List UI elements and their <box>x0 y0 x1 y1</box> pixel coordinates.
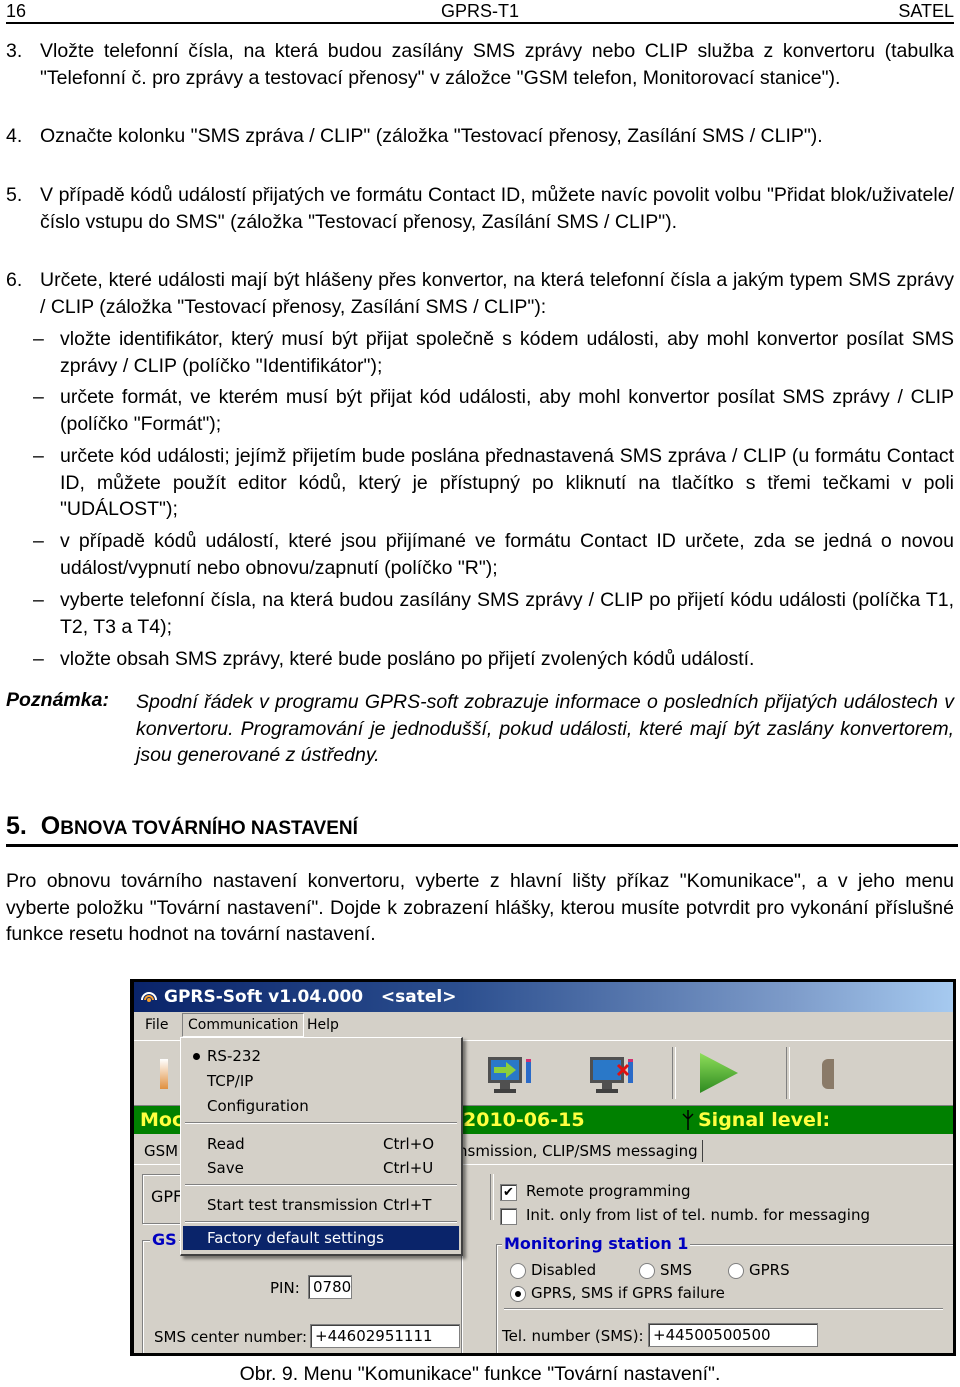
menu-file[interactable]: File <box>140 1012 173 1038</box>
section-title-rest: BNOVA TOVÁRNÍHO NASTAVENÍ <box>60 818 358 839</box>
group-separator <box>504 1308 943 1310</box>
step-number: 6. <box>6 269 23 291</box>
toolbar-separator <box>786 1047 790 1099</box>
status-date: 2010-06-15 <box>463 1109 585 1131</box>
document-title: GPRS-T1 <box>440 1 519 21</box>
dash-bullet: – <box>33 386 44 408</box>
gprs-label-partial: GPF <box>151 1187 183 1206</box>
sub-item: vložte identifikátor, který musí být při… <box>60 328 954 377</box>
radio-gprs-label: GPRS <box>749 1261 790 1279</box>
menu-item-label: TCP/IP <box>207 1072 254 1090</box>
step-number: 4. <box>6 125 23 147</box>
radio-check-icon <box>193 1053 200 1060</box>
vertical-divider <box>490 1174 494 1220</box>
menu-item-start-test-transmission[interactable]: Start test transmission Ctrl+T <box>183 1193 459 1217</box>
radio-sms-label: SMS <box>660 1261 692 1279</box>
radio-gprs-sms-fallback-label: GPRS, SMS if GPRS failure <box>531 1284 725 1302</box>
monitoring-station-title: Monitoring station 1 <box>502 1234 691 1253</box>
menu-separator <box>185 1122 457 1124</box>
menu-separator <box>185 1221 457 1223</box>
tool-icon[interactable] <box>822 1059 834 1089</box>
init-only-label: Init. only from list of tel. numb. for m… <box>526 1206 870 1224</box>
sms-center-input[interactable]: +44602951111 <box>310 1324 460 1348</box>
menu-item-rs232[interactable]: RS-232 <box>183 1044 459 1068</box>
tel-number-input[interactable]: +44500500500 <box>648 1323 818 1347</box>
antenna-signal-icon <box>141 992 157 1002</box>
tab-test-transmission[interactable]: nsmission, CLIP/SMS messaging <box>454 1140 703 1162</box>
menu-item-label: Read <box>207 1135 245 1153</box>
pin-label: PIN: <box>270 1279 300 1297</box>
init-only-checkbox[interactable] <box>500 1208 517 1225</box>
sub-item: vložte obsah SMS zprávy, které bude posl… <box>60 648 755 670</box>
communication-menu: RS-232 TCP/IP Configuration Read Ctrl+O … <box>180 1037 463 1256</box>
radio-sms[interactable] <box>639 1263 655 1279</box>
dash-bullet: – <box>33 445 44 467</box>
menu-item-save[interactable]: Save Ctrl+U <box>183 1156 459 1180</box>
device-icon[interactable] <box>152 1053 176 1093</box>
dash-bullet: – <box>33 589 44 611</box>
gsm-group-title-partial: GS <box>150 1230 179 1249</box>
app-window: GPRS-Soft v1.04.000 <satel> File Communi… <box>134 982 953 1353</box>
menu-item-tcpip[interactable]: TCP/IP <box>183 1069 459 1093</box>
sub-item: určete kód události; jejímž přijetím bud… <box>60 445 954 520</box>
section-heading: 5. OBNOVA TOVÁRNÍHO NASTAVENÍ <box>6 812 358 841</box>
radio-gprs[interactable] <box>728 1263 744 1279</box>
play-icon[interactable] <box>698 1051 740 1095</box>
radio-disabled-label: Disabled <box>531 1261 597 1279</box>
menu-item-shortcut: Ctrl+U <box>383 1159 434 1177</box>
step-text: Označte kolonku "SMS zpráva / CLIP" (zál… <box>40 125 823 147</box>
menu-item-label: RS-232 <box>207 1047 261 1065</box>
toolbar-separator <box>672 1047 676 1099</box>
step-text: V případě kódů událostí přijatých ve for… <box>40 184 954 233</box>
window-title: GPRS-Soft v1.04.000 <satel> <box>164 987 457 1007</box>
section-title-initial: O <box>40 812 61 840</box>
note-text: Spodní řádek v programu GPRS-soft zobraz… <box>136 691 954 766</box>
menu-item-shortcut: Ctrl+O <box>383 1135 435 1153</box>
menu-communication[interactable]: Communication <box>182 1013 305 1037</box>
step-text: Vložte telefonní čísla, na která budou z… <box>40 40 954 89</box>
dash-bullet: – <box>33 328 44 350</box>
sub-item: v případě kódů událostí, které jsou přij… <box>60 530 954 579</box>
radio-gprs-sms-fallback[interactable] <box>510 1286 526 1302</box>
menu-separator <box>185 1184 457 1186</box>
menu-item-label: Factory default settings <box>207 1229 384 1247</box>
step-number: 3. <box>6 40 23 62</box>
title-bar: GPRS-Soft v1.04.000 <satel> <box>134 982 953 1012</box>
menu-item-label: Save <box>207 1159 244 1177</box>
menu-item-read[interactable]: Read Ctrl+O <box>183 1132 459 1156</box>
menu-item-factory-default-settings[interactable]: Factory default settings <box>183 1226 459 1250</box>
menu-item-shortcut: Ctrl+T <box>383 1196 432 1214</box>
status-signal-level: Signal level: <box>698 1109 831 1131</box>
disconnect-icon[interactable] <box>588 1053 636 1095</box>
antenna-icon <box>682 1110 694 1130</box>
step-number: 5. <box>6 184 23 206</box>
tel-number-label: Tel. number (SMS): <box>502 1327 644 1345</box>
pin-input[interactable]: 0780 <box>308 1275 352 1299</box>
figure-screenshot: GPRS-Soft v1.04.000 <satel> File Communi… <box>130 979 956 1356</box>
menu-item-label: Configuration <box>207 1097 309 1115</box>
figure-caption: Obr. 9. Menu "Komunikace" funkce "Továrn… <box>239 1363 721 1385</box>
section-number: 5. <box>6 812 27 840</box>
radio-disabled[interactable] <box>510 1263 526 1279</box>
section-divider <box>6 844 958 847</box>
note-label: Poznámka: <box>6 689 109 711</box>
menu-help[interactable]: Help <box>302 1012 344 1038</box>
step-text: Určete, které události mají být hlášeny … <box>40 269 954 318</box>
menu-bar: File Communication Help <box>134 1012 953 1038</box>
tab-gsm-partial[interactable]: GSM <box>140 1140 182 1162</box>
menu-item-label: Start test transmission <box>207 1196 378 1214</box>
brand-name: SATEL <box>898 1 954 21</box>
status-mode-partial: Moc <box>140 1109 184 1131</box>
sub-item: určete formát, ve kterém musí být přijat… <box>60 386 954 435</box>
sub-item: vyberte telefonní čísla, na která budou … <box>60 589 954 638</box>
dash-bullet: – <box>33 648 44 670</box>
sms-center-label: SMS center number: <box>154 1328 308 1346</box>
remote-programming-label: Remote programming <box>526 1182 691 1200</box>
dash-bullet: – <box>33 530 44 552</box>
menu-item-configuration[interactable]: Configuration <box>183 1094 459 1118</box>
body-paragraph: Pro obnovu továrního nastavení konvertor… <box>6 870 954 945</box>
page-header: 16 GPRS-T1 SATEL <box>6 0 954 24</box>
connect-icon[interactable] <box>486 1053 534 1095</box>
remote-programming-checkbox[interactable]: ✔ <box>500 1184 517 1201</box>
